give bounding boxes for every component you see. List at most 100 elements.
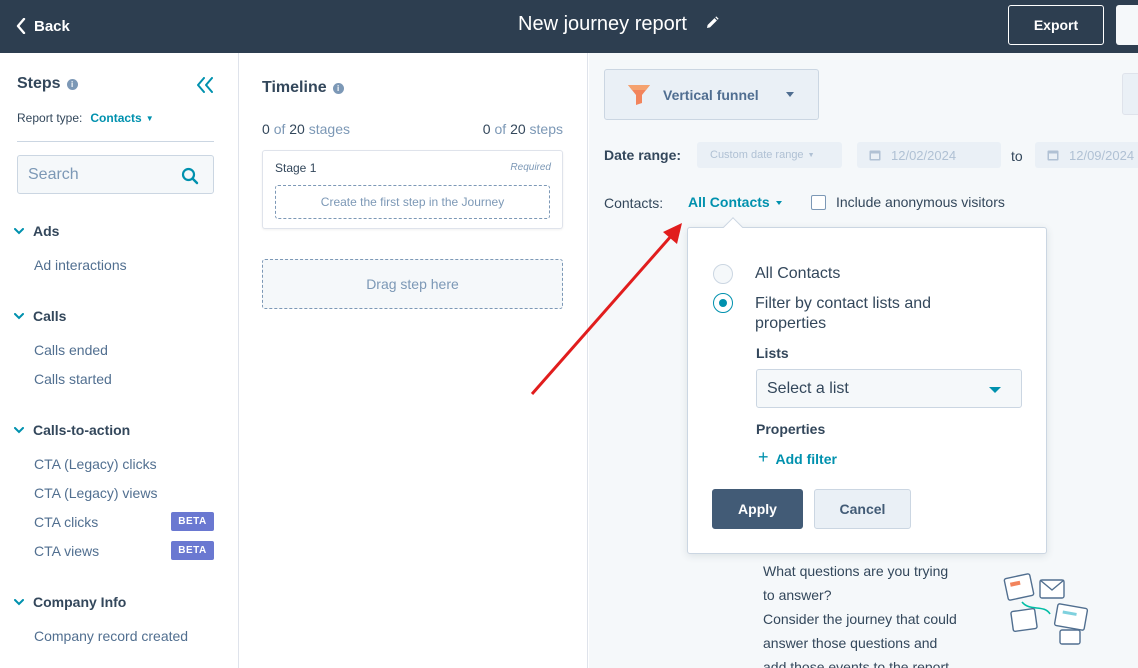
first-step-dropzone[interactable]: Create the first step in the Journey	[275, 185, 550, 219]
group-company-info[interactable]: Company Info	[14, 594, 126, 610]
steps-sidebar: Steps i Report type: Contacts ▼ Ads Ad i…	[0, 53, 239, 668]
step-item[interactable]: CTA views	[34, 543, 99, 559]
lists-label: Lists	[756, 345, 789, 361]
apply-button[interactable]: Apply	[712, 489, 803, 529]
chevron-down-icon	[14, 598, 24, 605]
steps-title: Steps	[17, 75, 61, 92]
end-date-input[interactable]: 12/09/2024	[1035, 142, 1138, 168]
step-item[interactable]: CTA clicks	[34, 514, 98, 530]
contacts-label: Contacts:	[604, 195, 664, 211]
group-ads[interactable]: Ads	[14, 223, 59, 239]
journey-illustration-icon	[1003, 573, 1089, 645]
steps-count: 0 of 20 steps	[482, 121, 563, 137]
step-item[interactable]: Ad interactions	[34, 257, 127, 273]
info-icon[interactable]: i	[332, 82, 344, 94]
radio-all-contacts[interactable]	[713, 264, 733, 284]
beta-badge: BETA	[171, 512, 214, 531]
caret-down-icon	[775, 201, 782, 205]
contacts-filter-popover: All Contacts Filter by contact lists and…	[687, 217, 1047, 554]
settings-button[interactable]	[1122, 73, 1138, 115]
helper-line: to answer?	[763, 587, 832, 603]
step-item[interactable]: CTA (Legacy) clicks	[34, 456, 157, 472]
contacts-value: All Contacts	[688, 194, 770, 210]
stage-name: Stage 1	[275, 161, 317, 175]
add-filter-label: Add filter	[775, 450, 837, 467]
funnel-icon	[628, 84, 650, 105]
group-label: Calls-to-action	[33, 422, 131, 438]
caret-down-icon	[786, 92, 794, 97]
timeline-panel: Timeline i 0 of 20 stages 0 of 20 steps …	[240, 53, 588, 668]
start-date: 12/02/2024	[891, 147, 957, 163]
search-box	[17, 155, 214, 194]
helper-line: Consider the journey that could	[763, 611, 957, 627]
export-button[interactable]: Export	[1008, 5, 1104, 45]
next-button[interactable]	[1116, 5, 1138, 45]
report-type-dropdown[interactable]: Contacts	[90, 111, 141, 125]
date-range-label: Date range:	[604, 147, 682, 163]
select-list-value: Select a list	[767, 379, 849, 397]
step-item[interactable]: CTA (Legacy) views	[34, 485, 157, 501]
step-item[interactable]: Company record created	[34, 628, 188, 644]
drag-step-dropzone[interactable]: Drag step here	[262, 259, 563, 309]
timeline-title: Timeline	[262, 79, 327, 96]
stage-card: Stage 1 Required Create the first step i…	[262, 150, 563, 229]
helper-line: answer those questions and	[763, 635, 938, 651]
radio-filter-lists[interactable]	[713, 293, 733, 313]
search-input[interactable]	[18, 156, 178, 193]
back-label: Back	[34, 17, 70, 35]
report-title: New journey report	[518, 13, 719, 36]
search-icon[interactable]	[181, 167, 199, 185]
contacts-dropdown[interactable]: All Contacts	[688, 194, 782, 210]
calendar-icon	[869, 150, 881, 161]
chevron-down-icon	[14, 426, 24, 433]
radio-filter-lists-label[interactable]: Filter by contact lists and properties	[755, 294, 995, 334]
chevron-left-icon	[16, 18, 26, 34]
add-filter-link[interactable]: + Add filter	[758, 447, 837, 468]
report-type: Report type: Contacts ▼	[17, 111, 154, 125]
chart-type-dropdown[interactable]: Vertical funnel	[604, 69, 819, 120]
select-list-dropdown[interactable]: Select a list	[756, 369, 1022, 408]
start-date-input[interactable]: 12/02/2024	[857, 142, 1001, 168]
double-chevron-left-icon[interactable]	[196, 77, 214, 93]
back-button[interactable]: Back	[16, 14, 70, 38]
anonymous-visitors-label: Include anonymous visitors	[836, 194, 1005, 210]
required-label: Required	[510, 162, 551, 173]
pencil-icon[interactable]	[705, 15, 719, 30]
group-calls-to-action[interactable]: Calls-to-action	[14, 422, 130, 438]
divider	[17, 141, 214, 142]
group-calls[interactable]: Calls	[14, 308, 66, 324]
timeline-heading: Timeline i	[262, 79, 344, 97]
helper-text: What questions are you trying to answer?…	[763, 559, 978, 668]
steps-heading: Steps i	[17, 75, 78, 93]
helper-line: What questions are you trying	[763, 563, 949, 579]
helper-line: add those events to the report	[763, 659, 950, 668]
top-header: Back New journey report Export	[0, 0, 1138, 53]
date-range-value: Custom date range	[710, 149, 804, 161]
properties-label: Properties	[756, 421, 826, 437]
stages-count: 0 of 20 stages	[262, 121, 350, 137]
caret-down-icon: ▼	[807, 151, 815, 159]
group-label: Calls	[33, 308, 67, 324]
report-type-label: Report type:	[17, 111, 83, 125]
step-item[interactable]: Calls ended	[34, 342, 108, 358]
timeline-counts: 0 of 20 stages 0 of 20 steps	[262, 121, 563, 137]
to-label: to	[1011, 148, 1023, 164]
caret-down-icon	[989, 387, 1001, 393]
beta-badge: BETA	[171, 541, 214, 560]
caret-down-icon[interactable]: ▼	[146, 114, 154, 123]
group-label: Company Info	[33, 594, 127, 610]
info-icon[interactable]: i	[66, 78, 78, 90]
date-range-dropdown[interactable]: Custom date range ▼	[697, 142, 842, 168]
radio-all-contacts-label[interactable]: All Contacts	[755, 264, 840, 284]
group-label: Ads	[33, 223, 60, 239]
end-date: 12/09/2024	[1069, 147, 1135, 163]
anonymous-visitors-toggle[interactable]: Include anonymous visitors	[811, 194, 1005, 210]
chevron-down-icon	[14, 227, 24, 234]
report-title-text: New journey report	[518, 13, 687, 35]
cancel-button[interactable]: Cancel	[814, 489, 911, 529]
plus-icon: +	[758, 447, 769, 467]
chart-type-label: Vertical funnel	[663, 86, 759, 103]
chevron-down-icon	[14, 312, 24, 319]
anonymous-visitors-checkbox[interactable]	[811, 194, 826, 210]
step-item[interactable]: Calls started	[34, 371, 112, 387]
